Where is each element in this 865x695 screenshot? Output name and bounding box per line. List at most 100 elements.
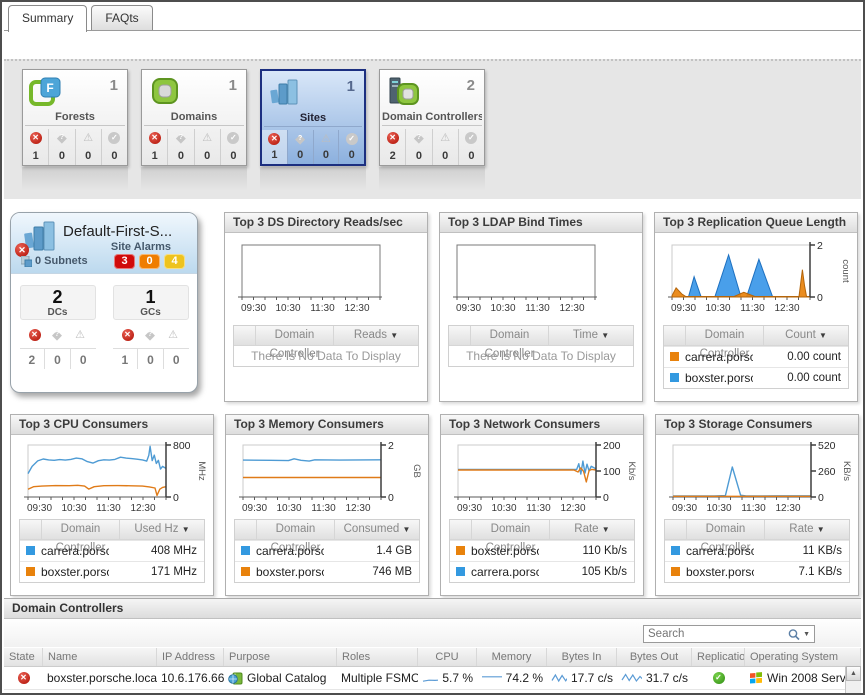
- panel-ds-reads: Top 3 DS Directory Reads/sec 09:3010:301…: [224, 212, 428, 402]
- vertical-scrollbar[interactable]: [845, 666, 861, 693]
- svg-text:0: 0: [388, 492, 394, 504]
- fatal-count: 1: [271, 149, 277, 161]
- unknown-status-icon: [174, 132, 187, 144]
- legend-name-header[interactable]: Domain Controller: [256, 326, 334, 345]
- search-icon: [787, 628, 801, 641]
- legend-sort-header[interactable]: Reads: [334, 326, 418, 345]
- dc-value: 7.1 KB/s: [754, 562, 849, 582]
- tile-sites[interactable]: 1 Sites 1 0 0 0: [260, 69, 366, 166]
- legend-sort-header[interactable]: Time: [549, 326, 633, 345]
- col-memory[interactable]: Memory: [477, 648, 547, 666]
- fatal-status-icon: [122, 329, 134, 341]
- legend-row[interactable]: carrera.porsche... 1.4 GB: [235, 540, 419, 561]
- legend-row[interactable]: carrera.porsche... 105 Kb/s: [450, 561, 634, 582]
- normal-status-icon: [227, 132, 239, 144]
- col-state[interactable]: State: [4, 648, 43, 666]
- col-purpose[interactable]: Purpose: [224, 648, 337, 666]
- memory-sparkline: [481, 672, 502, 684]
- legend-sort-header[interactable]: Rate: [550, 520, 634, 539]
- legend-row[interactable]: boxster.porsche... 7.1 KB/s: [665, 561, 849, 582]
- legend-row[interactable]: carrera.porsche... 0.00 count: [664, 346, 848, 367]
- dc-table: State Name IP Address Purpose Roles CPU …: [4, 648, 861, 693]
- legend-sort-header[interactable]: Count: [764, 326, 848, 345]
- alarm-warning-badge[interactable]: 4: [164, 254, 185, 269]
- legend-sort-header[interactable]: Used Hz: [120, 520, 204, 539]
- col-replication[interactable]: Replication: [692, 648, 745, 666]
- fatal-count: 2: [20, 349, 46, 369]
- svg-text:09:30: 09:30: [456, 303, 481, 314]
- site-alarms: 3 0 4: [114, 254, 185, 269]
- scroll-up-button[interactable]: [846, 666, 861, 681]
- legend-row[interactable]: carrera.porsche... 11 KB/s: [665, 540, 849, 561]
- svg-text:0: 0: [603, 492, 609, 504]
- dc-memory-cell: 74.2 %: [477, 667, 547, 689]
- dc-value: 0.00 count: [753, 347, 848, 367]
- legend-name-header[interactable]: Domain Controller: [687, 520, 765, 539]
- tile-reflection: [22, 167, 128, 191]
- series-swatch: [241, 546, 250, 555]
- cpu-consumers-chart: 09:3010:3011:3012:308000MHz: [20, 439, 210, 519]
- legend-swatch-column: [665, 520, 687, 539]
- replication-ok-icon: [713, 672, 725, 684]
- tile-domain-controllers[interactable]: 2 Domain Controllers 2 0 0 0: [379, 69, 485, 166]
- legend-row[interactable]: boxster.porsche... 746 MB: [235, 561, 419, 582]
- legend-sort-header[interactable]: Rate: [765, 520, 849, 539]
- dc-name: boxster.porsche...: [41, 562, 109, 582]
- col-name[interactable]: Name: [43, 648, 157, 666]
- table-row[interactable]: carrera.porsche.local 10.6.176.67 Domain…: [4, 690, 861, 693]
- legend-name-header[interactable]: Domain Controller: [257, 520, 335, 539]
- col-ip[interactable]: IP Address: [157, 648, 224, 666]
- tile-domains[interactable]: 1 Domains 1 0 0 0: [141, 69, 247, 166]
- memory-legend: Domain Controller Consumed carrera.porsc…: [234, 519, 420, 583]
- col-bytes-in[interactable]: Bytes In: [547, 648, 617, 666]
- dc-cpu-cell: [418, 690, 477, 693]
- tile-status-row: 2 0 0 0: [380, 129, 484, 165]
- dcs-group[interactable]: 2 DCs 2 0 0: [20, 285, 96, 369]
- sort-caret-icon: [602, 525, 610, 534]
- site-card[interactable]: Default-First-S... 0 Subnets Site Alarms…: [10, 212, 198, 393]
- warning-status-icon: [167, 329, 180, 341]
- normal-status-icon: [465, 132, 477, 144]
- tab-summary[interactable]: Summary: [8, 5, 87, 32]
- dc-ip-cell: 10.6.176.66: [157, 667, 224, 689]
- legend-name-header[interactable]: Domain Controller: [686, 326, 764, 345]
- unknown-status-icon: [51, 329, 64, 341]
- col-bytes-out[interactable]: Bytes Out: [617, 648, 692, 666]
- legend-row[interactable]: boxster.porsche... 171 MHz: [20, 561, 204, 582]
- alarm-critical-badge[interactable]: 0: [139, 254, 160, 269]
- legend-row[interactable]: carrera.porsche... 408 MHz: [20, 540, 204, 561]
- table-row[interactable]: boxster.porsche.local 10.6.176.66 Global…: [4, 667, 861, 690]
- fatal-status-icon: [30, 132, 42, 144]
- alarm-fatal-badge[interactable]: 3: [114, 254, 135, 269]
- dc-name: carrera.porsche...: [256, 541, 324, 561]
- dc-memory-cell: [477, 690, 547, 693]
- dc-os-cell: Win 2008 Serv: [745, 690, 861, 693]
- bytes-in-sparkline: [551, 672, 567, 684]
- gcs-group[interactable]: 1 GCs 1 0 0: [113, 285, 189, 369]
- tile-forests[interactable]: F 1 Forests 1 0 0 0: [22, 69, 128, 166]
- legend-row[interactable]: boxster.porsche... 0.00 count: [664, 367, 848, 388]
- warning-count: 0: [323, 149, 329, 161]
- col-roles[interactable]: Roles: [337, 648, 418, 666]
- dc-name: boxster.porsche...: [685, 368, 753, 388]
- warning-count: 0: [164, 349, 189, 369]
- svg-text:0: 0: [818, 492, 824, 504]
- dc-name-cell: boxster.porsche.local: [43, 667, 157, 689]
- legend-name-header[interactable]: Domain Controller: [42, 520, 120, 539]
- tab-faqts[interactable]: FAQts: [91, 5, 152, 30]
- search-input[interactable]: [644, 628, 787, 640]
- svg-text:12:30: 12:30: [344, 303, 369, 314]
- col-cpu[interactable]: CPU: [418, 648, 477, 666]
- ldap-legend: Domain Controller Time There Is No Data …: [448, 325, 634, 367]
- legend-sort-header[interactable]: Consumed: [335, 520, 419, 539]
- legend-name-header[interactable]: Domain Controller: [472, 520, 550, 539]
- search-options-caret[interactable]: [801, 631, 814, 638]
- replication-queue-chart: 09:3010:3011:3012:3020count: [664, 239, 854, 319]
- legend-row[interactable]: boxster.porsche... 110 Kb/s: [450, 540, 634, 561]
- col-os[interactable]: Operating System: [745, 648, 861, 666]
- search-box[interactable]: [643, 625, 815, 643]
- legend-name-header[interactable]: Domain Controller: [471, 326, 549, 345]
- series-swatch: [670, 352, 679, 361]
- site-title: Default-First-S...: [63, 223, 172, 240]
- svg-text:MHz: MHz: [196, 461, 207, 481]
